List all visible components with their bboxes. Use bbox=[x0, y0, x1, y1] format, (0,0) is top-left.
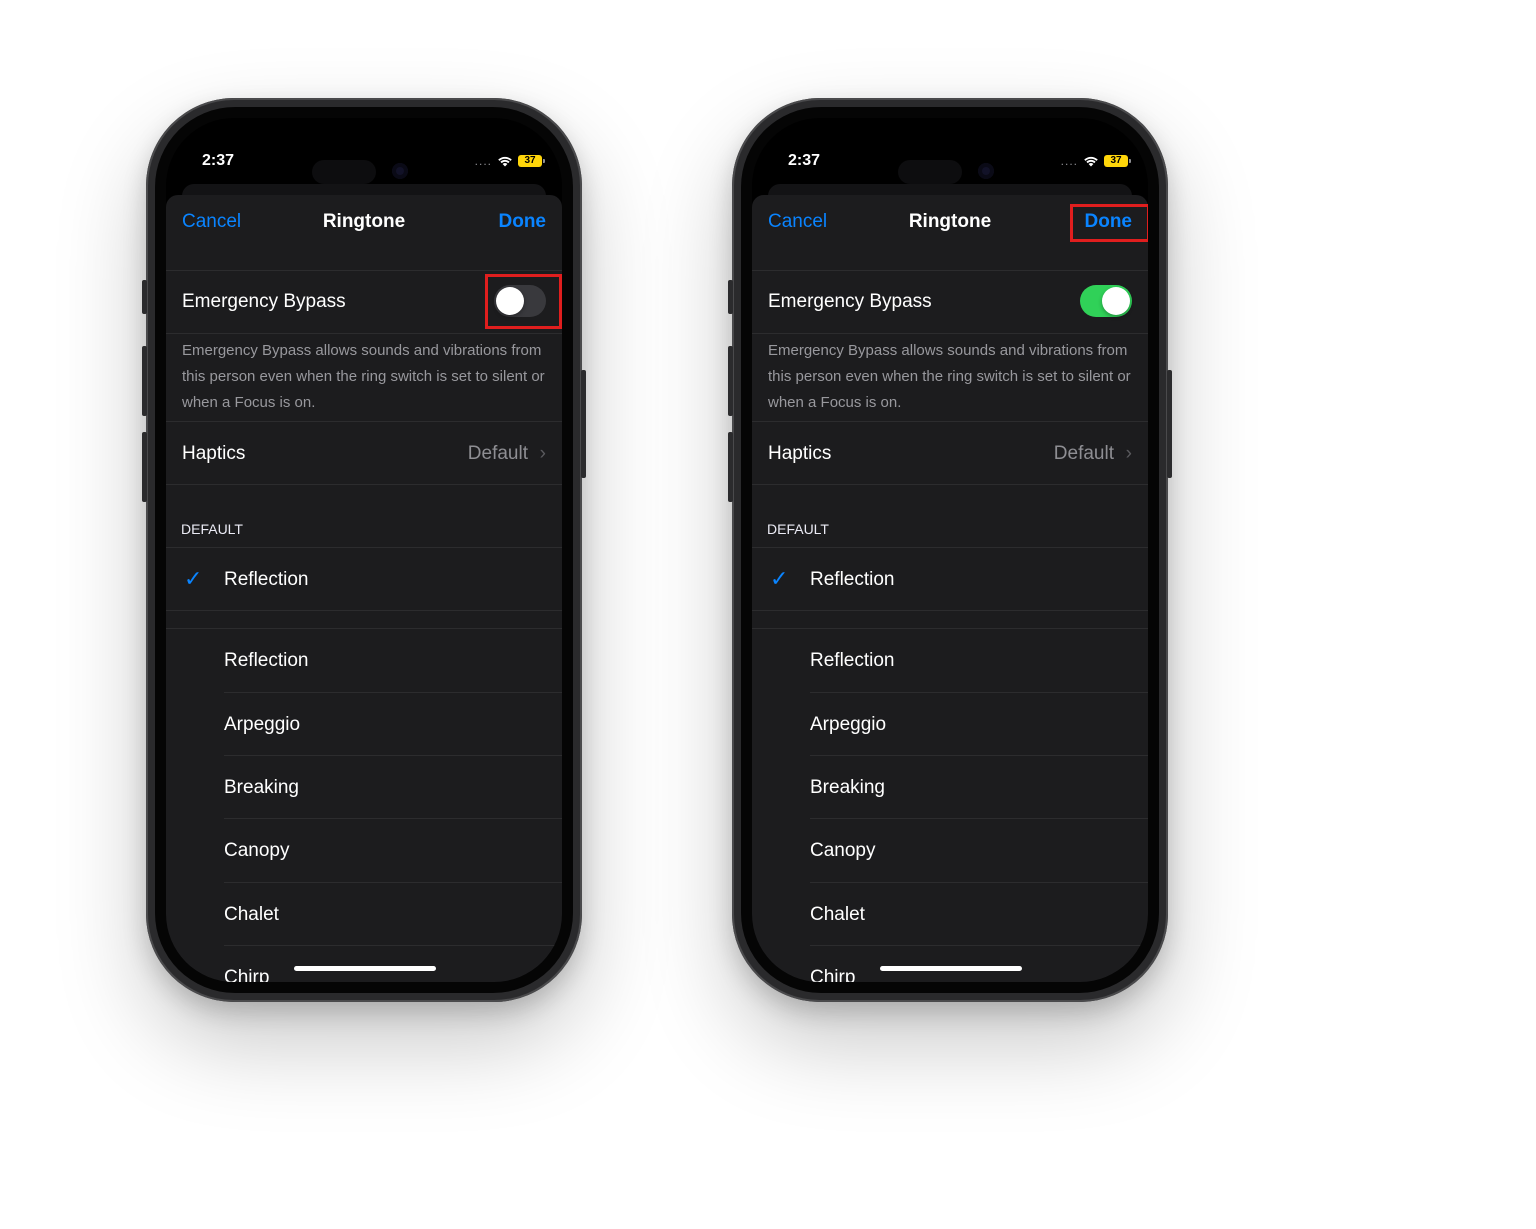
divider bbox=[224, 755, 562, 756]
camera-icon bbox=[392, 163, 408, 179]
screen: 2:37 .... 37 Cancel Ringtone Done Emerge… bbox=[752, 118, 1148, 982]
signal-icon: .... bbox=[1060, 154, 1078, 168]
divider bbox=[166, 333, 562, 334]
divider bbox=[752, 421, 1148, 422]
power-button bbox=[1167, 370, 1172, 478]
tone-item[interactable]: Chalet bbox=[810, 904, 865, 926]
divider bbox=[752, 333, 1148, 334]
divider bbox=[810, 945, 1148, 946]
toggle-knob bbox=[1102, 287, 1130, 315]
divider bbox=[224, 818, 562, 819]
haptics-label: Haptics bbox=[182, 443, 246, 464]
haptics-label: Haptics bbox=[768, 443, 832, 464]
signal-icon: .... bbox=[474, 154, 492, 168]
tone-item[interactable]: Breaking bbox=[810, 777, 885, 799]
emergency-bypass-footnote: Emergency Bypass allows sounds and vibra… bbox=[182, 342, 545, 411]
chevron-right-icon: › bbox=[1125, 443, 1132, 464]
battery-icon: 37 bbox=[518, 155, 545, 167]
divider bbox=[224, 882, 562, 883]
divider bbox=[224, 692, 562, 693]
screen: 2:37 .... 37 Cancel Ringtone Done Emerge… bbox=[166, 118, 562, 982]
divider bbox=[752, 628, 1148, 629]
emergency-bypass-label: Emergency Bypass bbox=[768, 291, 932, 312]
tone-item[interactable]: Arpeggio bbox=[810, 714, 886, 736]
volume-down-button bbox=[728, 432, 733, 502]
divider bbox=[752, 547, 1148, 548]
section-header: DEFAULT bbox=[767, 521, 829, 537]
tone-item[interactable]: Canopy bbox=[810, 840, 876, 862]
haptics-value[interactable]: Default bbox=[1054, 443, 1114, 465]
status-time: 2:37 bbox=[788, 152, 821, 169]
divider bbox=[224, 945, 562, 946]
island-sensor bbox=[312, 160, 376, 184]
status-icons: .... 37 bbox=[1060, 154, 1131, 168]
home-indicator[interactable] bbox=[294, 966, 436, 971]
camera-icon bbox=[978, 163, 994, 179]
divider bbox=[166, 484, 562, 485]
phone-frame-right: 2:37 .... 37 Cancel Ringtone Done Emerge… bbox=[728, 98, 1172, 1002]
divider bbox=[810, 755, 1148, 756]
battery-icon: 37 bbox=[1104, 155, 1131, 167]
divider bbox=[166, 270, 562, 271]
emergency-bypass-label: Emergency Bypass bbox=[182, 291, 346, 312]
highlight-box bbox=[485, 274, 562, 329]
action-button bbox=[728, 280, 733, 314]
divider bbox=[166, 610, 562, 611]
divider bbox=[752, 270, 1148, 271]
tone-item[interactable]: Breaking bbox=[224, 777, 299, 799]
divider bbox=[810, 692, 1148, 693]
tone-item[interactable]: Arpeggio bbox=[224, 714, 300, 736]
chevron-right-icon: › bbox=[539, 443, 546, 464]
tone-item[interactable]: Canopy bbox=[224, 840, 290, 862]
home-indicator[interactable] bbox=[880, 966, 1022, 971]
wifi-icon bbox=[498, 156, 512, 167]
tone-item[interactable]: Chirp bbox=[810, 967, 855, 982]
section-header: DEFAULT bbox=[181, 521, 243, 537]
status-time: 2:37 bbox=[202, 152, 235, 169]
volume-up-button bbox=[142, 346, 147, 416]
wifi-icon bbox=[1084, 156, 1098, 167]
status-icons: .... 37 bbox=[474, 154, 545, 168]
divider bbox=[752, 484, 1148, 485]
volume-down-button bbox=[142, 432, 147, 502]
power-button bbox=[581, 370, 586, 478]
divider bbox=[810, 882, 1148, 883]
divider bbox=[166, 421, 562, 422]
haptics-value[interactable]: Default bbox=[468, 443, 528, 465]
phone-frame-left: 2:37 .... 37 Cancel Ringtone Done Emerge… bbox=[142, 98, 586, 1002]
divider bbox=[166, 547, 562, 548]
tone-item[interactable]: Reflection bbox=[224, 650, 309, 672]
checkmark-icon: ✓ bbox=[770, 566, 789, 591]
action-button bbox=[142, 280, 147, 314]
done-button[interactable]: Done bbox=[499, 211, 547, 233]
divider bbox=[752, 610, 1148, 611]
volume-up-button bbox=[728, 346, 733, 416]
tone-item[interactable]: Chalet bbox=[224, 904, 279, 926]
selected-tone[interactable]: Reflection bbox=[224, 569, 309, 591]
island-sensor bbox=[898, 160, 962, 184]
tone-item[interactable]: Reflection bbox=[810, 650, 895, 672]
ringtone-sheet: Cancel Ringtone Done Emergency Bypass Em… bbox=[752, 195, 1148, 982]
ringtone-sheet: Cancel Ringtone Done Emergency Bypass Em… bbox=[166, 195, 562, 982]
divider bbox=[810, 818, 1148, 819]
selected-tone[interactable]: Reflection bbox=[810, 569, 895, 591]
highlight-box bbox=[1070, 204, 1148, 242]
tone-item[interactable]: Chirp bbox=[224, 967, 269, 982]
emergency-bypass-footnote: Emergency Bypass allows sounds and vibra… bbox=[768, 342, 1131, 411]
checkmark-icon: ✓ bbox=[184, 566, 203, 591]
emergency-bypass-toggle[interactable] bbox=[1080, 285, 1132, 317]
divider bbox=[166, 628, 562, 629]
